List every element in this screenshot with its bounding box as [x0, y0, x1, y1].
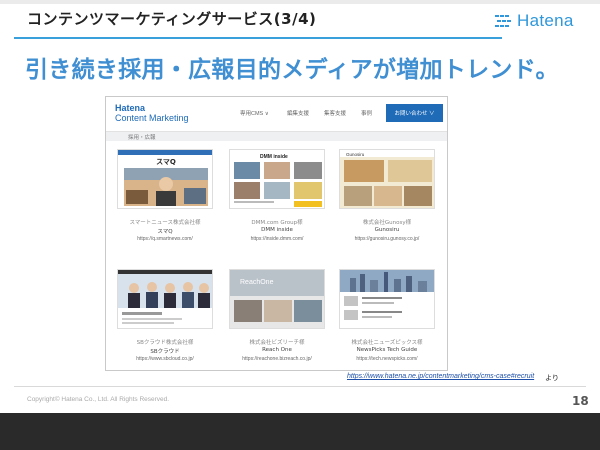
- case-company: スマートニュース株式会社様: [129, 220, 201, 226]
- case-url: https://reachone.bizreach.co.jp/: [242, 356, 312, 362]
- presentation-bottom-bar: [0, 413, 600, 450]
- site-contact-button: お問い合わせ ∨: [386, 104, 443, 122]
- hatena-logo-icon: [495, 15, 511, 27]
- case-company: 株式会社ビズリーチ様: [249, 340, 305, 346]
- site-nav-cases: 事例: [361, 111, 373, 117]
- case-media-name: NewsPicks Tech Guide: [356, 347, 418, 353]
- case-url: https://inside.dmm.com/: [250, 236, 304, 242]
- case-media-name: Reach One: [262, 347, 292, 353]
- hatena-logo-text: Hatena: [517, 11, 574, 30]
- source-suffix: より: [545, 374, 559, 382]
- site-category-bar: 採用・広報: [106, 131, 447, 141]
- thumb-title-smartnews: スマQ: [156, 158, 176, 166]
- case-company: DMM.com Group様: [251, 220, 303, 226]
- slide: コンテンツマーケティングサービス(3/4) Hatena 引き続き採用・広報目的…: [0, 0, 600, 413]
- case-thumbnail-sbcloud: [117, 269, 213, 329]
- site-brand: Hatena Content Marketing: [115, 103, 189, 123]
- case-media-name: Gunosiru: [374, 227, 400, 233]
- site-nav-cms: 専用CMS ∨: [240, 111, 269, 117]
- case-url: https://www.sbcloud.co.jp/: [136, 356, 194, 362]
- hatena-logo: Hatena: [495, 11, 574, 31]
- thumb-title-dmm: DMM inside: [260, 154, 288, 160]
- case-media-name: スマQ: [157, 229, 173, 235]
- slide-headline: 引き続き採用・広報目的メディアが増加トレンド。: [25, 57, 559, 83]
- site-category-label: 採用・広報: [128, 135, 156, 141]
- slide-top-bar: [0, 0, 600, 4]
- header-divider: [14, 37, 502, 39]
- site-brand-sub: Content Marketing: [115, 113, 189, 123]
- case-thumbnail-bizreach: ReachOne: [229, 269, 325, 329]
- case-company: SBクラウド株式会社様: [136, 340, 194, 346]
- case-media-name: DMM inside: [261, 227, 293, 233]
- site-header: Hatena Content Marketing 専用CMS ∨ 編集支援 集客…: [106, 97, 447, 131]
- case-thumbnail-gunosy: Gunosiru: [339, 149, 435, 209]
- case-url: https://tech.newspicks.com/: [356, 356, 418, 362]
- slide-section-title: コンテンツマーケティングサービス(3/4): [27, 10, 317, 28]
- site-nav-acquisition: 集客支援: [324, 111, 347, 117]
- case-url: https://q.smartnews.com/: [137, 236, 193, 242]
- thumb-title-bizreach: ReachOne: [240, 279, 274, 286]
- case-url: https://gunosiru.gunosy.co.jp/: [354, 236, 420, 242]
- source-link[interactable]: https://www.hatena.ne.jp/contentmarketin…: [347, 373, 534, 380]
- case-thumbnail-newspicks: [339, 269, 435, 329]
- embedded-website-screenshot: Hatena Content Marketing 専用CMS ∨ 編集支援 集客…: [105, 96, 448, 371]
- case-thumbnail-dmm: DMM inside: [229, 149, 325, 209]
- site-nav-editing: 編集支援: [287, 111, 310, 117]
- case-company: 株式会社Gunosy様: [362, 220, 412, 226]
- footer-divider: [14, 386, 586, 387]
- case-company: 株式会社ニューズピックス様: [351, 340, 423, 346]
- page-number: 18: [572, 394, 589, 408]
- copyright-text: Copyright© Hatena Co., Ltd. All Rights R…: [27, 396, 170, 403]
- thumb-title-gunosy: Gunosiru: [346, 152, 365, 157]
- case-thumbnail-smartnews: スマQ: [117, 149, 213, 209]
- site-brand-name: Hatena: [115, 103, 146, 113]
- case-media-name: SBクラウド: [150, 349, 180, 355]
